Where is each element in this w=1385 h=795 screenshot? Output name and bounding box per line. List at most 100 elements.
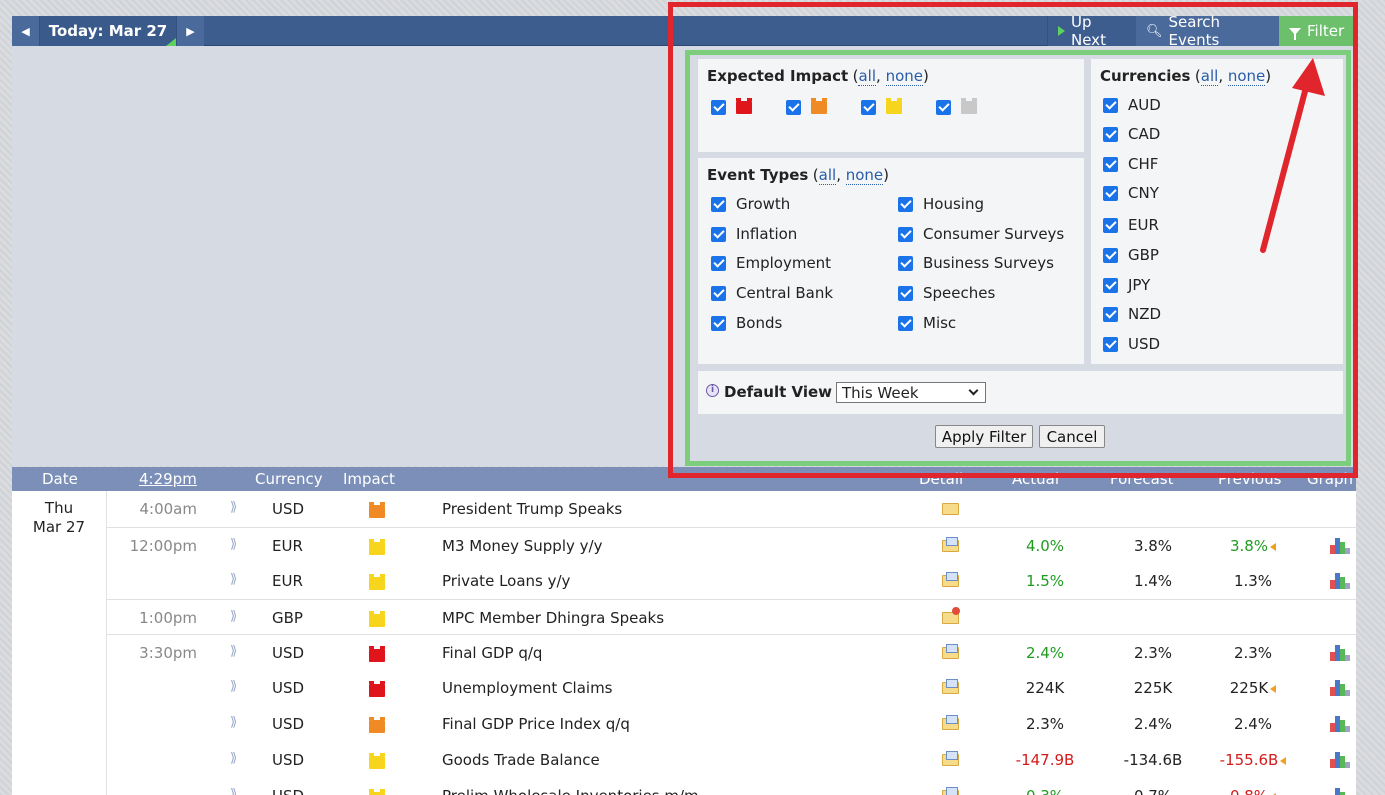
currency-option[interactable]: CNY <box>1103 184 1159 202</box>
detail-folder-icon[interactable] <box>942 751 959 766</box>
graph-icon[interactable] <box>1330 751 1350 768</box>
table-row[interactable]: 12:00pm ⟫ EUR M3 Money Supply y/y 4.0% 3.8% 3.… <box>107 527 1356 563</box>
currency-option[interactable]: EUR <box>1103 216 1159 234</box>
event-title[interactable]: Final GDP q/q <box>442 644 542 662</box>
detail-folder-icon[interactable] <box>942 537 959 552</box>
graph-icon[interactable] <box>1330 715 1350 732</box>
impact-none-link[interactable]: none <box>885 67 923 86</box>
event-title[interactable]: M3 Money Supply y/y <box>442 537 602 555</box>
impact-icon[interactable] <box>369 611 385 627</box>
previous-day-button[interactable]: ◀ <box>12 16 40 46</box>
event-type-option[interactable]: Growth <box>711 195 790 213</box>
currency-checkbox[interactable] <box>1103 97 1118 113</box>
apply-filter-button[interactable]: Apply Filter <box>935 425 1033 448</box>
currency-checkbox[interactable] <box>1103 277 1118 293</box>
graph-icon[interactable] <box>1330 644 1350 661</box>
event-type-checkbox[interactable] <box>711 285 726 301</box>
impact-medium-option[interactable] <box>786 98 827 115</box>
impact-all-link[interactable]: all <box>858 67 877 86</box>
event-type-checkbox[interactable] <box>711 315 726 331</box>
event-type-checkbox[interactable] <box>898 196 913 212</box>
impact-high-option[interactable] <box>711 98 752 115</box>
table-row[interactable]: 4:00am ⟫ USD President Trump Speaks <box>107 491 1356 527</box>
event-type-option[interactable]: Misc <box>898 314 956 332</box>
today-button[interactable]: Today: Mar 27 <box>40 16 176 46</box>
event-title[interactable]: Unemployment Claims <box>442 679 613 697</box>
currency-checkbox[interactable] <box>1103 126 1118 142</box>
impact-low-checkbox[interactable] <box>861 100 876 115</box>
graph-icon[interactable] <box>1330 572 1350 589</box>
table-row[interactable]: ⟫ EUR Private Loans y/y 1.5% 1.4% 1.3% <box>107 563 1356 599</box>
currency-option[interactable]: JPY <box>1103 276 1150 294</box>
impact-medium-checkbox[interactable] <box>786 100 801 115</box>
currency-checkbox[interactable] <box>1103 156 1118 172</box>
detail-folder-icon[interactable] <box>942 715 959 730</box>
event-title[interactable]: Prelim Wholesale Inventories m/m <box>442 787 699 795</box>
event-type-option[interactable]: Consumer Surveys <box>898 225 1064 243</box>
graph-icon[interactable] <box>1330 537 1350 554</box>
impact-icon[interactable] <box>369 502 385 518</box>
filter-button[interactable]: Filter <box>1279 16 1356 46</box>
event-type-checkbox[interactable] <box>711 226 726 242</box>
event-title[interactable]: President Trump Speaks <box>442 500 622 518</box>
impact-icon[interactable] <box>369 646 385 662</box>
table-row[interactable]: ⟫ USD Final GDP Price Index q/q 2.3% 2.4% 2.4… <box>107 706 1356 742</box>
currencies-all-link[interactable]: all <box>1200 67 1219 86</box>
impact-icon[interactable] <box>369 681 385 697</box>
event-type-option[interactable]: Employment <box>711 254 831 272</box>
event-type-option[interactable]: Housing <box>898 195 984 213</box>
default-view-select[interactable]: This Week <box>836 382 986 403</box>
event-type-checkbox[interactable] <box>898 315 913 331</box>
currency-checkbox[interactable] <box>1103 306 1118 322</box>
event-type-checkbox[interactable] <box>711 196 726 212</box>
search-events-button[interactable]: 🔍︎ Search Events <box>1136 13 1279 49</box>
event-type-option[interactable]: Inflation <box>711 225 797 243</box>
currency-option[interactable]: GBP <box>1103 246 1159 264</box>
event-type-option[interactable]: Central Bank <box>711 284 833 302</box>
up-next-button[interactable]: Up Next <box>1047 13 1136 49</box>
currency-option[interactable]: NZD <box>1103 305 1161 323</box>
detail-folder-icon[interactable] <box>942 679 959 694</box>
impact-icon[interactable] <box>369 753 385 769</box>
detail-folder-icon[interactable] <box>942 787 959 795</box>
event-type-checkbox[interactable] <box>898 226 913 242</box>
event-type-option[interactable]: Bonds <box>711 314 782 332</box>
table-row[interactable]: ⟫ USD Goods Trade Balance -147.9B -134.6B -15… <box>107 742 1356 778</box>
currency-checkbox[interactable] <box>1103 217 1118 233</box>
cancel-button[interactable]: Cancel <box>1039 425 1105 448</box>
event-title[interactable]: Private Loans y/y <box>442 572 570 590</box>
impact-icon[interactable] <box>369 574 385 590</box>
event-title[interactable]: Goods Trade Balance <box>442 751 600 769</box>
event-type-checkbox[interactable] <box>898 255 913 271</box>
detail-folder-icon[interactable] <box>942 503 959 515</box>
event-type-option[interactable]: Business Surveys <box>898 254 1054 272</box>
graph-icon[interactable] <box>1330 679 1350 696</box>
detail-folder-icon[interactable] <box>942 644 959 659</box>
currency-option[interactable]: CHF <box>1103 155 1158 173</box>
impact-holiday-checkbox[interactable] <box>936 100 951 115</box>
next-day-button[interactable]: ▶ <box>176 16 204 46</box>
detail-folder-icon[interactable] <box>942 607 960 624</box>
table-row[interactable]: ⟫ USD Unemployment Claims 224K 225K 225K <box>107 670 1356 706</box>
event-types-none-link[interactable]: none <box>845 166 884 185</box>
currency-checkbox[interactable] <box>1103 336 1118 352</box>
impact-icon[interactable] <box>369 717 385 733</box>
table-row[interactable]: 3:30pm ⟫ USD Final GDP q/q 2.4% 2.3% 2.3% <box>107 634 1356 670</box>
header-current-time[interactable]: 4:29pm <box>139 470 197 488</box>
detail-folder-icon[interactable] <box>942 572 959 587</box>
graph-icon[interactable] <box>1330 787 1350 795</box>
impact-low-option[interactable] <box>861 98 902 115</box>
impact-high-checkbox[interactable] <box>711 100 726 115</box>
event-type-checkbox[interactable] <box>898 285 913 301</box>
currency-option[interactable]: CAD <box>1103 125 1160 143</box>
event-type-checkbox[interactable] <box>711 255 726 271</box>
currency-option[interactable]: AUD <box>1103 96 1161 114</box>
currency-option[interactable]: USD <box>1103 335 1160 353</box>
event-title[interactable]: Final GDP Price Index q/q <box>442 715 630 733</box>
currency-checkbox[interactable] <box>1103 247 1118 263</box>
impact-icon[interactable] <box>369 539 385 555</box>
event-title[interactable]: MPC Member Dhingra Speaks <box>442 609 664 627</box>
currency-checkbox[interactable] <box>1103 185 1118 201</box>
table-row[interactable]: ⟫ USD Prelim Wholesale Inventories m/m 0.3%… <box>107 778 1356 795</box>
event-types-all-link[interactable]: all <box>818 166 837 185</box>
